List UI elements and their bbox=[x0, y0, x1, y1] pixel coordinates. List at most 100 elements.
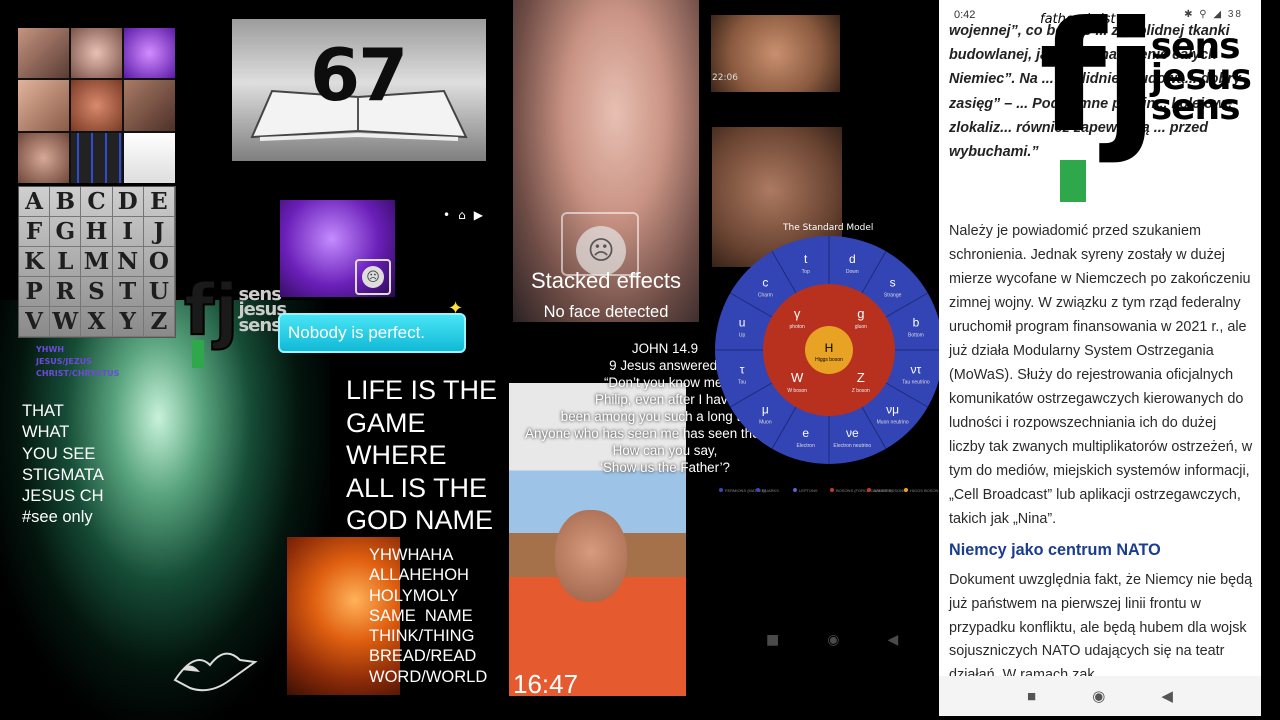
fermion-name: Muon bbox=[759, 420, 772, 426]
alphabet-letter: E bbox=[143, 187, 175, 217]
thumbnail[interactable] bbox=[18, 132, 69, 183]
fermion-symbol: τ bbox=[740, 362, 745, 376]
fermion-name: Tau bbox=[738, 379, 746, 385]
logo-letter: fj bbox=[1039, 0, 1158, 165]
chapter-number: 67 bbox=[310, 33, 408, 117]
thumbnail[interactable] bbox=[18, 28, 69, 79]
face-frame-icon: ☹ bbox=[355, 259, 391, 295]
alphabet-letter: B bbox=[50, 187, 82, 217]
alphabet-letter: X bbox=[81, 307, 113, 337]
alphabet-letter: H bbox=[81, 217, 113, 247]
back-button[interactable]: ◀ bbox=[1161, 687, 1173, 705]
tag-list: YHWH JESUS/JEZUS CHRIST/CHRYSTUS bbox=[36, 344, 119, 380]
higgs-name: Higgs boson bbox=[815, 357, 843, 363]
legend-dot bbox=[904, 488, 908, 492]
fermion-name: Electron neutrino bbox=[833, 443, 871, 449]
logo-green-bar bbox=[1060, 160, 1086, 202]
alphabet-letter: U bbox=[143, 277, 175, 307]
alphabet-letter: O bbox=[143, 247, 175, 277]
legend-dot bbox=[793, 488, 797, 492]
thumbnail[interactable] bbox=[124, 132, 175, 183]
selfie-face bbox=[555, 510, 627, 602]
logo-word: sens bbox=[1150, 87, 1241, 129]
boson-symbol: γ bbox=[794, 306, 801, 321]
alphabet-letter: Z bbox=[143, 307, 175, 337]
recent-apps-button[interactable]: ■ bbox=[1027, 688, 1036, 705]
fermion-name: Strange bbox=[884, 292, 902, 298]
bible-book-image: 67 bbox=[232, 19, 486, 161]
fermion-name: Tau neutrino bbox=[902, 379, 930, 385]
logo-green-bar bbox=[192, 340, 204, 368]
fermion-name: Muon neutrino bbox=[877, 420, 909, 426]
boson-name: Z boson bbox=[852, 388, 870, 394]
alphabet-letter: G bbox=[50, 217, 82, 247]
alphabet-letter: D bbox=[112, 187, 144, 217]
higgs-symbol: H bbox=[825, 341, 834, 355]
alphabet-board: ABCDE FGHIJ KLMNO PRSTU VWXYZ bbox=[18, 186, 176, 338]
thumbnail[interactable] bbox=[124, 28, 175, 79]
names-text: YHWHAHA ALLAHEHOH HOLYMOLY SAME NAME THI… bbox=[369, 546, 488, 686]
dove-icon bbox=[173, 652, 258, 692]
clip-timestamp: 22:06 bbox=[712, 73, 738, 83]
fermion-name: Charm bbox=[758, 292, 773, 298]
legend-label: FERMIONS (MATTER) bbox=[725, 488, 767, 493]
alphabet-letter: K bbox=[19, 247, 51, 277]
boson-symbol: W bbox=[791, 370, 804, 385]
article-heading[interactable]: Niemcy jako centrum NATO bbox=[949, 541, 1161, 560]
stacked-effects-label: Stacked effects bbox=[530, 268, 681, 293]
fermion-name: Electron bbox=[797, 443, 816, 449]
faint-nav-bar: ■ ◉ ◀ bbox=[766, 632, 898, 648]
legend-dot bbox=[830, 488, 834, 492]
play-icon[interactable]: ▶ bbox=[474, 208, 483, 222]
home-button[interactable]: ◉ bbox=[1092, 687, 1105, 705]
alphabet-letter: J bbox=[143, 217, 175, 247]
alphabet-letter: S bbox=[81, 277, 113, 307]
alphabet-letter: F bbox=[19, 217, 51, 247]
home-icon[interactable]: ⌂ bbox=[458, 208, 466, 222]
alphabet-letter: A bbox=[19, 187, 51, 217]
legend-label: QUARKS bbox=[762, 488, 779, 493]
logo-letter: fj bbox=[183, 269, 239, 351]
legend-label: GAUGE BOSONS bbox=[873, 488, 906, 493]
fermion-symbol: c bbox=[762, 275, 768, 289]
selfie-timestamp: 16:47 bbox=[513, 669, 579, 699]
fermion-symbol: ντ bbox=[911, 362, 922, 376]
thumbnail[interactable] bbox=[71, 80, 122, 131]
dots-icon[interactable]: • bbox=[443, 208, 450, 222]
alphabet-letter: V bbox=[19, 307, 51, 337]
fermion-symbol: s bbox=[890, 275, 896, 289]
legend-dot bbox=[719, 488, 723, 492]
fermion-symbol: u bbox=[739, 316, 746, 330]
thumbnail-grid bbox=[18, 28, 175, 183]
thumbnail[interactable] bbox=[18, 80, 69, 131]
fermion-symbol: νμ bbox=[886, 403, 899, 417]
alphabet-letter: P bbox=[19, 277, 51, 307]
fermion-symbol: d bbox=[849, 252, 856, 266]
alphabet-letter: R bbox=[50, 277, 82, 307]
alphabet-letter: N bbox=[112, 247, 144, 277]
article-paragraph-2: Dokument uwzględnia fakt, że Niemcy nie … bbox=[949, 572, 1253, 683]
fermion-symbol: b bbox=[913, 316, 920, 330]
fermion-name: Down bbox=[846, 269, 859, 275]
no-face-detected-label: No face detected bbox=[543, 303, 669, 321]
article-paragraph: Należy je powiadomić przed szukaniem sch… bbox=[949, 223, 1253, 527]
alphabet-letter: Y bbox=[112, 307, 144, 337]
boson-name: photon bbox=[790, 324, 806, 330]
legend-label: HIGGS BOSON bbox=[910, 488, 939, 493]
alphabet-letter: I bbox=[112, 217, 144, 247]
thumbnail[interactable] bbox=[71, 132, 122, 183]
thumbnail[interactable] bbox=[124, 80, 175, 131]
life-game-text: LIFE IS THE GAME WHERE ALL IS THE GOD NA… bbox=[346, 375, 498, 535]
boson-symbol: g bbox=[857, 306, 864, 321]
boson-symbol: Z bbox=[857, 370, 865, 385]
media-controls[interactable]: • ⌂ ▶ bbox=[443, 208, 483, 222]
fjsens-logo: fj sens jesus sens bbox=[183, 269, 287, 351]
boson-name: W boson bbox=[787, 388, 807, 394]
tag-line: JESUS/JEZUS bbox=[36, 357, 92, 366]
alphabet-letter: W bbox=[50, 307, 82, 337]
thumbnail[interactable] bbox=[71, 28, 122, 79]
fermion-name: Top bbox=[802, 269, 810, 275]
sparkle-icon: ✦ bbox=[448, 298, 464, 319]
alphabet-letter: M bbox=[81, 247, 113, 277]
alphabet-letter: L bbox=[50, 247, 82, 277]
